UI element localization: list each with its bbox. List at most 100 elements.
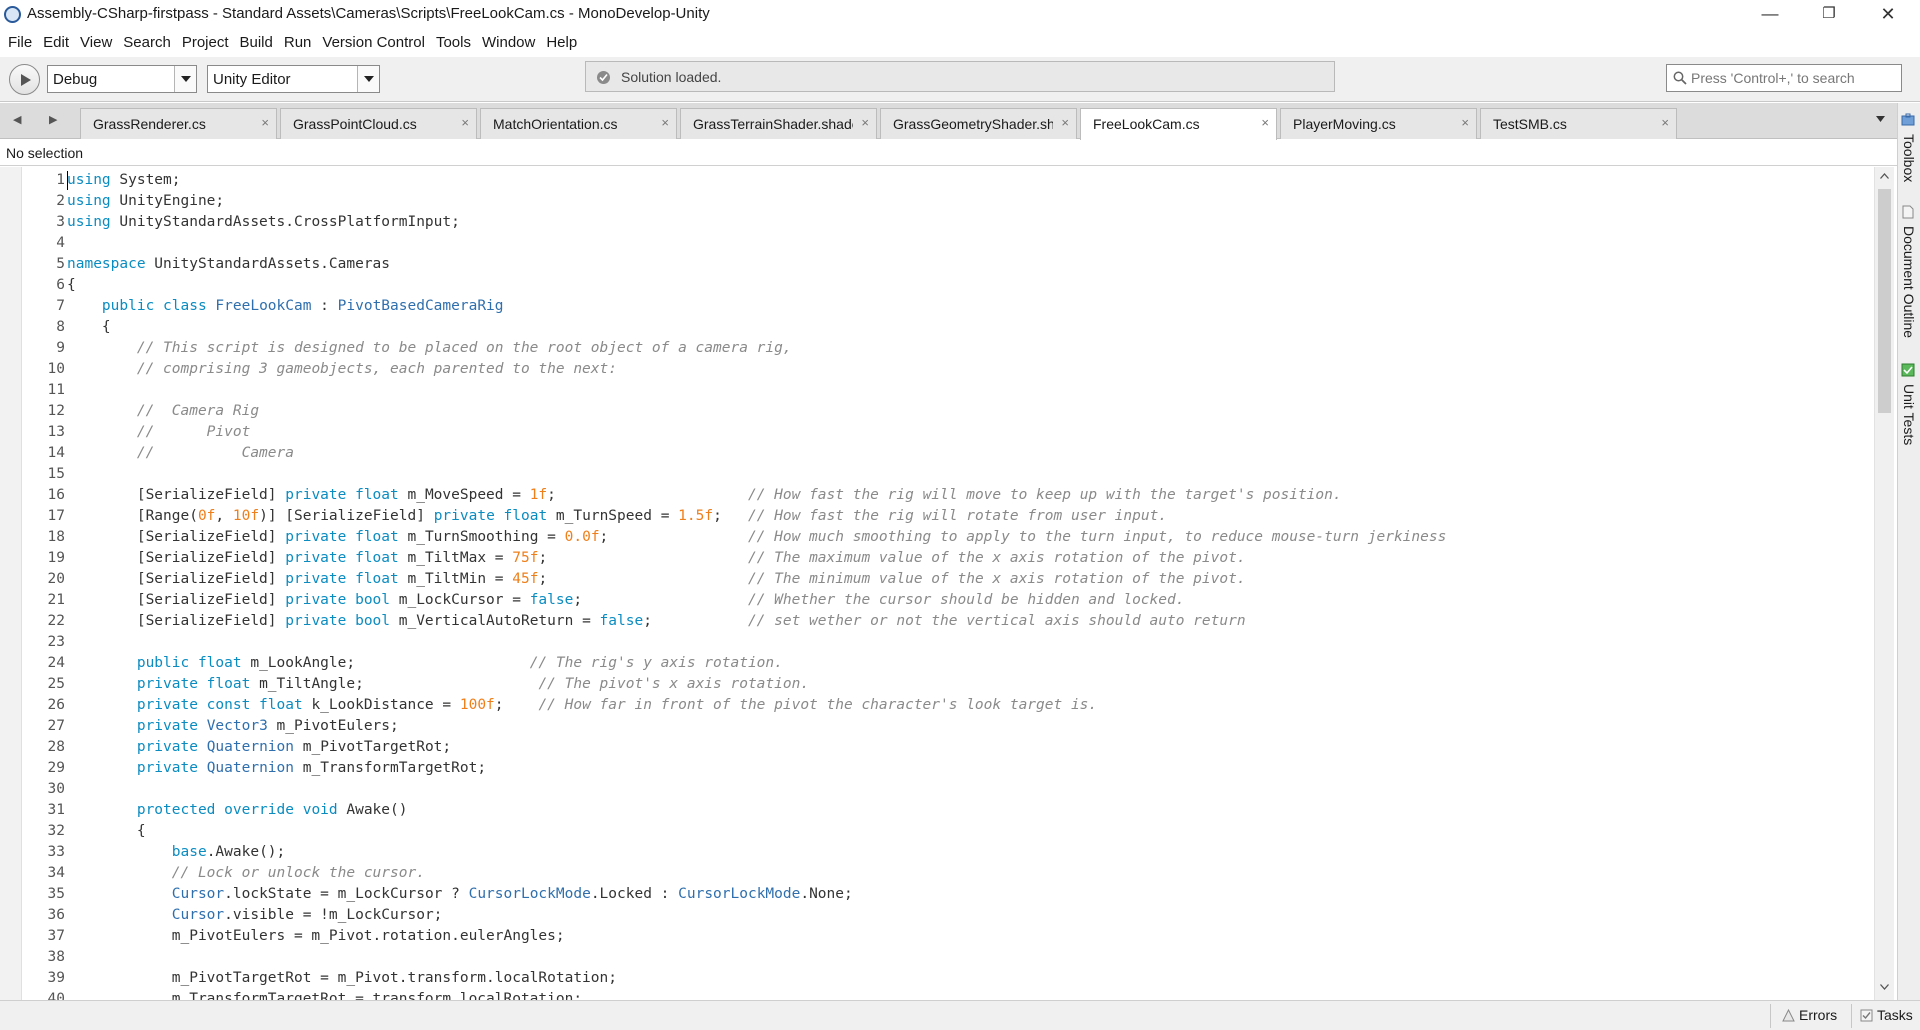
code-line[interactable]: [SerializeField] private float m_TiltMax… [67,548,1867,569]
code-line[interactable] [67,779,1867,800]
code-line[interactable] [67,947,1867,968]
configuration-selector[interactable]: Debug [47,65,197,93]
tab-close-icon[interactable]: × [261,115,269,130]
menu-project[interactable]: Project [176,30,234,57]
line-number: 24 [47,655,65,671]
run-target-selector[interactable]: Unity Editor [207,65,380,93]
search-input[interactable] [1691,68,1896,88]
navigate-forward-icon[interactable]: ▶ [49,113,57,126]
code-line[interactable]: public float m_LookAngle; // The rig's y… [67,653,1867,674]
code-line[interactable]: { [67,821,1867,842]
code-line[interactable]: [SerializeField] private bool m_Vertical… [67,611,1867,632]
code-line[interactable]: // Camera [67,443,1867,464]
code-line[interactable]: m_PivotTargetRot = m_Pivot.transform.loc… [67,968,1867,989]
code-editor[interactable]: 1 2 3 4 5 6 7 8 9 10 11 12 13 14 15 16 17 18 19 20 21 22 23 24 2… [0,167,1897,1000]
scroll-up-arrow-icon[interactable] [1880,173,1889,179]
code-line[interactable]: // comprising 3 gameobjects, each parent… [67,359,1867,380]
tab-testsmb[interactable]: TestSMB.cs × [1480,108,1677,139]
run-button[interactable] [9,64,40,95]
tab-freelookcam[interactable]: FreeLookCam.cs × [1080,108,1277,140]
menu-window[interactable]: Window [476,30,540,57]
code-line[interactable]: private Vector3 m_PivotEulers; [67,716,1867,737]
toolbox-pad-tab[interactable]: Toolbox [1901,113,1917,182]
menu-file[interactable]: File [0,30,37,57]
vertical-scrollbar[interactable] [1874,167,1894,1000]
menu-help[interactable]: Help [540,30,582,57]
code-line[interactable]: private Quaternion m_PivotTargetRot; [67,737,1867,758]
code-line[interactable] [67,233,1867,254]
tab-close-icon[interactable]: × [861,115,869,130]
code-line[interactable]: [SerializeField] private float m_TurnSmo… [67,527,1867,548]
menu-run[interactable]: Run [278,30,317,57]
tasks-pad-button[interactable]: Tasks [1860,1007,1913,1023]
code-line[interactable]: Cursor.lockState = m_LockCursor ? Cursor… [67,884,1867,905]
code-token: k_LookDistance = [302,697,460,713]
tab-grassgeometryshader[interactable]: GrassGeometryShader.shader × [880,108,1077,139]
code-line[interactable]: // Camera Rig [67,401,1867,422]
code-text-area[interactable]: using System; using UnityEngine; using Uni… [67,170,1867,1000]
minimize-button[interactable]: — [1747,0,1793,30]
menu-search[interactable]: Search [117,30,176,57]
code-token: [SerializeField] [67,529,286,545]
tab-close-icon[interactable]: × [461,115,469,130]
code-line[interactable]: m_PivotEulers = m_Pivot.rotation.eulerAn… [67,926,1867,947]
code-line[interactable]: { [67,317,1867,338]
tab-grasspointcloud[interactable]: GrassPointCloud.cs × [280,108,477,139]
breadcrumb[interactable]: No selection [0,140,1897,166]
tab-close-icon[interactable]: × [661,115,669,130]
code-line[interactable] [67,632,1867,653]
line-number: 10 [47,361,65,377]
code-line[interactable] [67,464,1867,485]
code-line[interactable]: private float m_TiltAngle; // The pivot'… [67,674,1867,695]
tab-close-icon[interactable]: × [1661,115,1669,130]
code-line[interactable] [67,380,1867,401]
tab-close-icon[interactable]: × [1061,115,1069,130]
unit-tests-pad-tab[interactable]: Unit Tests [1901,363,1917,445]
code-line[interactable]: protected override void Awake() [67,800,1867,821]
code-line[interactable]: m_TransformTargetRot = transform.localRo… [67,989,1867,1000]
code-line[interactable]: using System; [67,170,1867,191]
tab-grassrenderer[interactable]: GrassRenderer.cs × [80,108,277,139]
code-line[interactable]: { [67,275,1867,296]
document-outline-pad-tab[interactable]: Document Outline [1901,205,1917,338]
code-line[interactable]: // Pivot [67,422,1867,443]
close-window-button[interactable]: ✕ [1865,0,1911,30]
menu-build[interactable]: Build [234,30,278,57]
tab-close-icon[interactable]: × [1261,115,1269,130]
code-line[interactable]: // Lock or unlock the cursor. [67,863,1867,884]
code-line[interactable]: [SerializeField] private float m_TiltMin… [67,569,1867,590]
code-line[interactable]: [SerializeField] private bool m_LockCurs… [67,590,1867,611]
configuration-dropdown-arrow[interactable] [174,66,196,92]
global-search[interactable] [1666,64,1902,92]
code-line[interactable]: private Quaternion m_TransformTargetRot; [67,758,1867,779]
tab-close-icon[interactable]: × [1461,115,1469,130]
code-line[interactable]: base.Awake(); [67,842,1867,863]
fold-margin[interactable] [0,167,22,1000]
menu-tools[interactable]: Tools [430,30,476,57]
code-line[interactable]: using UnityStandardAssets.CrossPlatformI… [67,212,1867,233]
scroll-down-arrow-icon[interactable] [1880,984,1889,990]
tab-matchorientation[interactable]: MatchOrientation.cs × [480,108,677,139]
code-line[interactable]: [Range(0f, 10f)] [SerializeField] privat… [67,506,1867,527]
menu-edit[interactable]: Edit [37,30,74,57]
code-line[interactable]: Cursor.visible = !m_LockCursor; [67,905,1867,926]
menu-view[interactable]: View [74,30,117,57]
navigate-back-icon[interactable]: ◀ [13,113,21,126]
code-line[interactable]: public class FreeLookCam : PivotBasedCam… [67,296,1867,317]
restore-button[interactable]: ❐ [1806,0,1852,30]
code-token: // The pivot's x axis rotation. [538,676,810,692]
code-line[interactable]: // This script is designed to be placed … [67,338,1867,359]
tab-playermoving[interactable]: PlayerMoving.cs × [1280,108,1477,139]
code-line[interactable]: [SerializeField] private float m_MoveSpe… [67,485,1867,506]
errors-pad-button[interactable]: Errors [1782,1007,1837,1023]
code-line[interactable]: using UnityEngine; [67,191,1867,212]
line-number: 5 [56,256,65,272]
menu-version-control[interactable]: Version Control [316,30,430,57]
tab-grassterrainshader[interactable]: GrassTerrainShader.shader × [680,108,877,139]
run-target-dropdown-arrow[interactable] [357,66,379,92]
code-line[interactable]: namespace UnityStandardAssets.Cameras [67,254,1867,275]
code-line[interactable]: private const float k_LookDistance = 100… [67,695,1867,716]
tab-list-dropdown-icon[interactable] [1876,116,1885,122]
scrollbar-thumb[interactable] [1878,189,1891,413]
